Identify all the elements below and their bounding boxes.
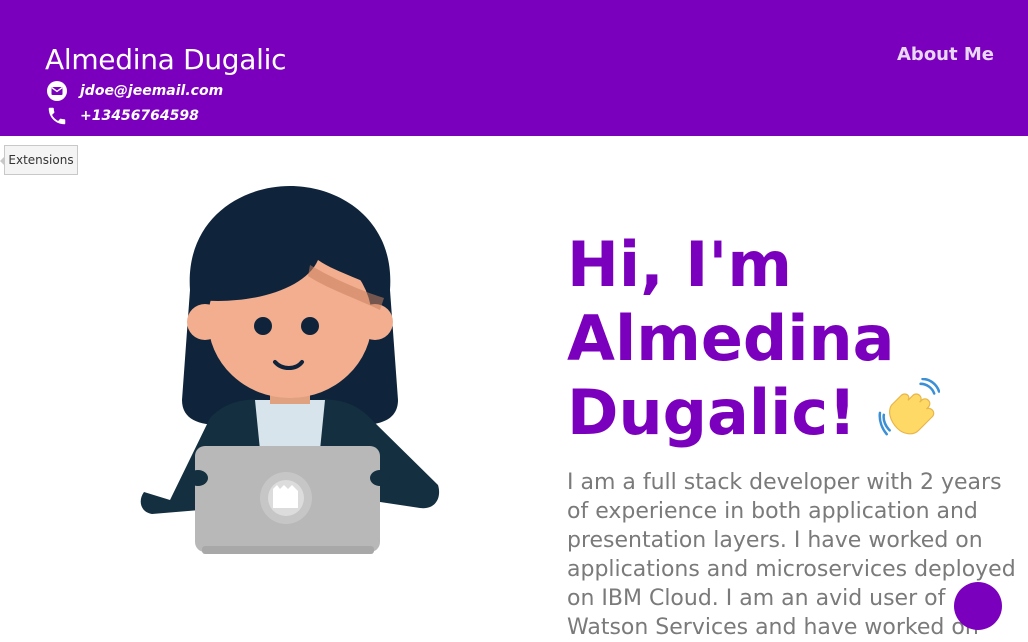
email-contact[interactable]: jdoe@jeemail.com <box>46 80 223 102</box>
site-owner-name: Almedina Dugalic <box>45 43 287 76</box>
waving-hand-icon <box>878 378 940 436</box>
extensions-tab[interactable]: Extensions <box>0 145 78 175</box>
email-text: jdoe@jeemail.com <box>80 83 224 99</box>
hero-title-text: Hi, I'm Almedina Dugalic! <box>567 228 895 449</box>
hero-title: Hi, I'm Almedina Dugalic! <box>567 228 1007 450</box>
phone-text: +13456764598 <box>80 108 199 124</box>
phone-contact[interactable]: +13456764598 <box>46 105 199 127</box>
nav-about-me-link[interactable]: About Me <box>897 44 994 65</box>
developer-illustration <box>140 186 440 554</box>
floating-action-button[interactable] <box>954 582 1002 630</box>
email-icon <box>47 81 67 101</box>
phone-icon <box>48 107 66 125</box>
site-header: Almedina Dugalic jdoe@jeemail.com +13456… <box>0 0 1028 136</box>
